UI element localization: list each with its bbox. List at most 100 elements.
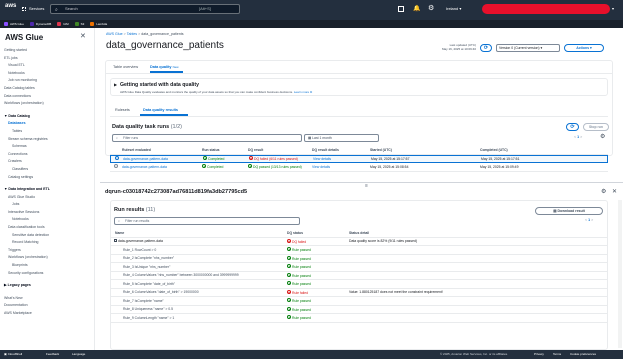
terms-link[interactable]: Terms	[553, 350, 561, 359]
sidebar-item-16[interactable]: Classifiers	[0, 166, 94, 174]
rule-result-row[interactable]: Rule_7 IsComplete "name" ✓Rule passed	[111, 297, 607, 306]
sidebar-item-24[interactable]: Data classification tools	[0, 224, 94, 232]
rule-result-row[interactable]: Rule_1 RowCount > 0 ✓Rule passed	[111, 246, 607, 255]
column-header[interactable]: Completed (UTC)	[478, 148, 606, 152]
sidebar-item-2[interactable]: Visual ETL	[0, 62, 94, 70]
account-dropdown-icon[interactable]: ▾	[612, 6, 614, 11]
sidebar-section-32[interactable]: ▶ Legacy pages	[0, 282, 94, 290]
task-runs-settings-icon[interactable]: ⚙	[600, 133, 605, 140]
settings-icon[interactable]: ⚙	[428, 4, 434, 12]
expand-icon[interactable]: ▶	[114, 82, 117, 87]
task-run-row[interactable]: data-governance-pattern-data ✓Completed ✓D…	[110, 163, 608, 172]
rule-result-row[interactable]: Rule_8 Uniqueness "name" > 0.5 ✓Rule pass…	[111, 306, 607, 314]
stop-run-button[interactable]: Stop run	[583, 123, 609, 131]
sidebar-item-23[interactable]: Notebooks	[0, 216, 94, 224]
sidebar-item-25[interactable]: Sensitive data detection	[0, 232, 94, 240]
sidebar-item-29[interactable]: Blueprints	[0, 262, 94, 270]
actions-button[interactable]: Actions ▾	[564, 44, 604, 52]
sidebar-item-26[interactable]: Record Matching	[0, 239, 94, 247]
sidebar-item-10[interactable]: Databases	[0, 120, 94, 128]
rule-result-row[interactable]: Rule_3 IsUnique "nhs_number" ✓Rule passed	[111, 263, 607, 272]
grid-icon[interactable]	[22, 7, 26, 11]
sidebar-item-12[interactable]: Stream schema registries	[0, 136, 94, 144]
cookie-preferences-link[interactable]: Cookie preferences	[570, 350, 596, 359]
rule-result-row[interactable]: Rule_9 ColumnLength "name" > 1 ✓Rule pass…	[111, 314, 607, 323]
ruleset-link[interactable]: data-governance-pattern-data	[121, 157, 201, 161]
column-header[interactable]: Run status	[200, 148, 246, 152]
collapse-icon[interactable]: −	[114, 239, 117, 243]
cloudshell-icon[interactable]	[398, 6, 404, 12]
search-input[interactable]: ⌕ Search [Alt+S]	[50, 4, 240, 14]
sidebar-item-1[interactable]: ETL jobs	[0, 55, 94, 63]
tab-data-quality-results[interactable]: Data quality results	[143, 108, 178, 112]
sidebar-item-15[interactable]: Crawlers	[0, 158, 94, 166]
view-details-link[interactable]: View details	[311, 157, 369, 161]
breadcrumb-glue[interactable]: AWS Glue	[106, 32, 123, 36]
sidebar-item-6[interactable]: Data connections	[0, 93, 94, 101]
results-next-page-icon[interactable]: >	[591, 218, 593, 222]
panel-close-icon[interactable]: ✕	[612, 188, 617, 195]
breadcrumb-tables[interactable]: Tables	[127, 32, 137, 36]
filter-run-results-input[interactable]: ⌕ Filter run results	[114, 217, 300, 225]
favorite-lambda[interactable]: Lambda	[90, 22, 107, 26]
tab-data-quality[interactable]: Data quality New	[150, 65, 179, 69]
run-results-page-number[interactable]: 1	[588, 218, 590, 222]
main-scrollbar[interactable]	[618, 200, 622, 348]
sidebar-item-20[interactable]: AWS Glue Studio	[0, 194, 94, 202]
row-radio-button[interactable]	[114, 164, 118, 169]
download-result-button[interactable]: ▤ Download result	[535, 207, 603, 215]
sidebar-item-13[interactable]: Schemas	[0, 143, 94, 151]
column-header[interactable]: Ruleset evaluated	[120, 148, 200, 152]
language-link[interactable]: Language	[72, 350, 85, 359]
tab-table-overview[interactable]: Table overview	[113, 65, 138, 69]
column-header[interactable]: Started (UTC)	[368, 148, 478, 152]
cloudshell-link[interactable]: ▣ CloudShell	[4, 350, 22, 359]
column-header[interactable]: DQ result	[246, 148, 310, 152]
favorite-iam[interactable]: IAM	[57, 22, 69, 26]
close-icon[interactable]: ✕	[80, 32, 86, 40]
favorite-dynamodb[interactable]: DynamoDB	[29, 22, 51, 26]
favorite-s3[interactable]: S3	[74, 22, 84, 26]
results-previous-page-icon[interactable]: <	[585, 218, 587, 222]
sidebar-item-5[interactable]: Data Catalog tables	[0, 85, 94, 93]
version-selector[interactable]: Version 0 (Current version) ▾	[496, 44, 560, 52]
sidebar-item-28[interactable]: Workflows (orchestration)	[0, 254, 94, 262]
result-group-row[interactable]: −data-governance-pattern-data ✕DQ failed D…	[111, 238, 607, 246]
feedback-link[interactable]: Feedback	[46, 350, 59, 359]
sidebar-item-36[interactable]: AWS Marketplace	[0, 310, 94, 318]
region-selector[interactable]: Ireland ▾	[446, 6, 461, 11]
sidebar-item-0[interactable]: Getting started	[0, 47, 94, 55]
previous-page-icon[interactable]: <	[574, 135, 576, 139]
services-menu[interactable]: Services	[29, 6, 44, 11]
sidebar-item-4[interactable]: Job run monitoring	[0, 77, 94, 85]
rule-result-row[interactable]: Rule_6 ColumnValues "date_of_birth" > 19…	[111, 289, 607, 297]
panel-settings-icon[interactable]: ⚙	[601, 188, 606, 195]
sidebar-item-27[interactable]: Triggers	[0, 247, 94, 255]
next-page-icon[interactable]: >	[580, 135, 582, 139]
sidebar-item-17[interactable]: Catalog settings	[0, 174, 94, 182]
aws-logo[interactable]: aws	[5, 3, 16, 9]
refresh-button[interactable]: ⟳	[480, 44, 492, 52]
account-menu[interactable]	[482, 4, 610, 14]
favorite-glue[interactable]: AWS Glue	[4, 22, 24, 26]
sidebar-item-22[interactable]: Interactive Sessions	[0, 209, 94, 217]
sidebar-item-35[interactable]: Documentation	[0, 302, 94, 310]
rule-result-row[interactable]: Rule_4 ColumnValues "nhs_number" between…	[111, 272, 607, 280]
tab-rulesets[interactable]: Rulesets	[115, 108, 130, 112]
results-column-header[interactable]: DQ status	[283, 231, 345, 235]
rule-result-row[interactable]: Rule_2 IsComplete "nhs_number" ✓Rule pass…	[111, 255, 607, 263]
sidebar-section-9[interactable]: ▼ Data Catalog	[0, 113, 94, 121]
results-column-header[interactable]: Name	[111, 231, 283, 235]
sidebar-item-11[interactable]: Tables	[0, 128, 94, 136]
date-range-filter[interactable]: ▦ Last 1 month	[304, 134, 379, 142]
notifications-icon[interactable]: 🔔	[413, 5, 420, 12]
task-runs-refresh-button[interactable]: ⟳	[566, 123, 579, 131]
privacy-link[interactable]: Privacy	[534, 350, 544, 359]
sidebar-item-21[interactable]: Jobs	[0, 201, 94, 209]
row-radio-button[interactable]	[115, 156, 119, 161]
sidebar-item-7[interactable]: Workflows (orchestration)	[0, 100, 94, 108]
learn-more-link[interactable]: Learn more	[294, 90, 309, 94]
sidebar-item-14[interactable]: Connections	[0, 151, 94, 159]
ruleset-link[interactable]: data-governance-pattern-data	[120, 165, 200, 169]
sidebar-item-3[interactable]: Notebooks	[0, 70, 94, 78]
